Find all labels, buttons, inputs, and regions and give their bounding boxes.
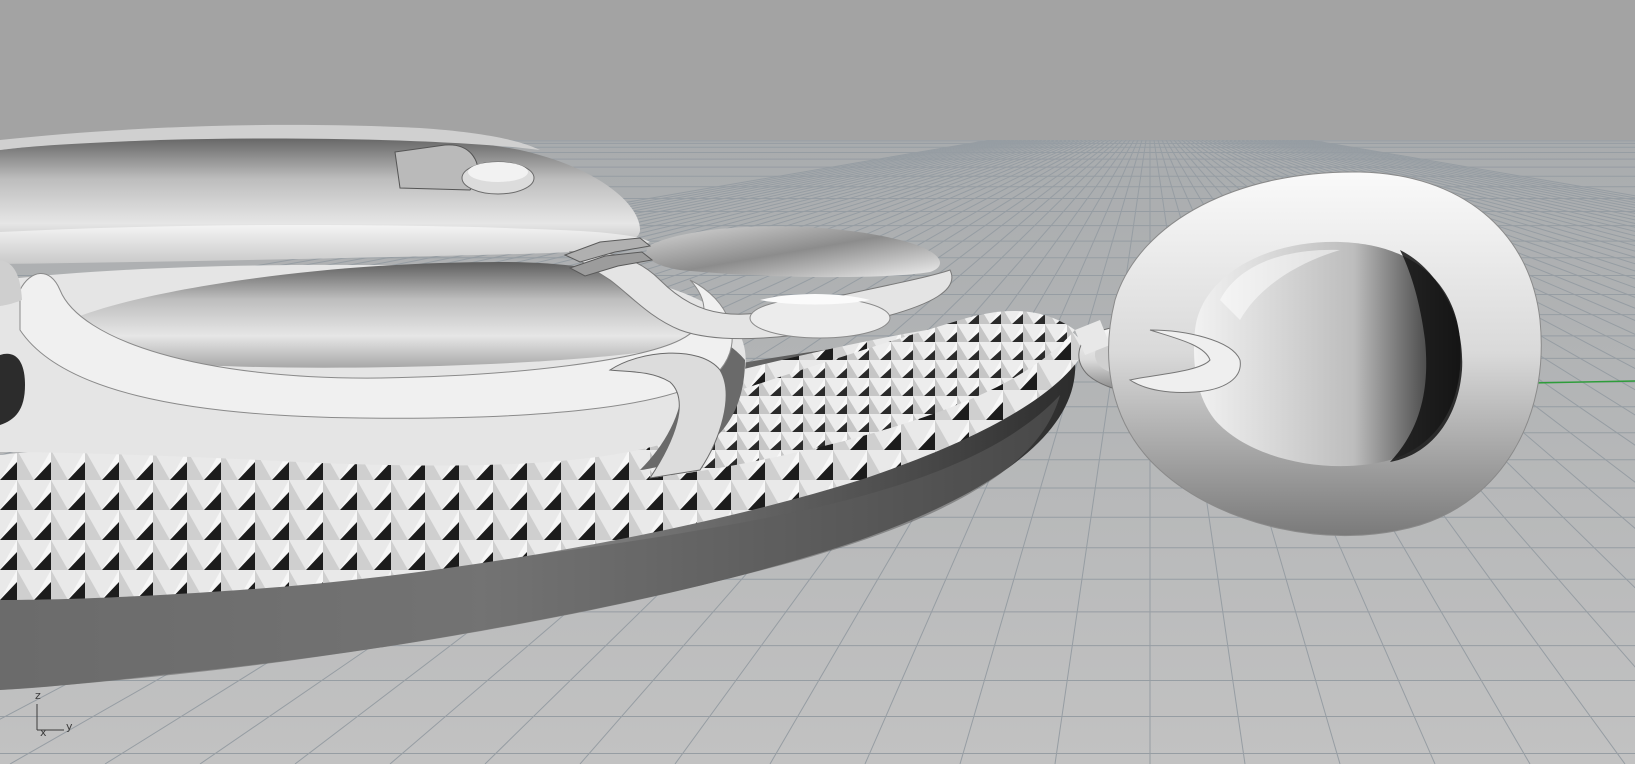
perspective-viewport[interactable]: z x y — [0, 0, 1635, 764]
axis-label-y: y — [66, 720, 73, 733]
axis-label-z: z — [35, 689, 41, 702]
render-scene[interactable] — [0, 0, 1635, 764]
axis-indicator: z x y — [28, 690, 84, 740]
axis-label-x: x — [40, 726, 47, 739]
